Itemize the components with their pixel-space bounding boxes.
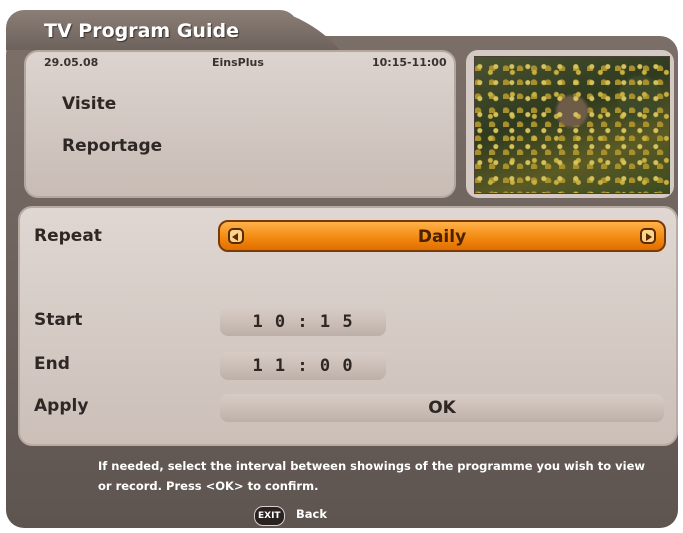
- repeat-label: Repeat: [34, 226, 102, 246]
- repeat-value: Daily: [417, 227, 467, 247]
- program-date: 29.05.08: [44, 56, 99, 69]
- preview-image: [474, 56, 670, 194]
- video-preview: [466, 50, 674, 198]
- arrow-right-icon[interactable]: [640, 228, 656, 244]
- page-title: TV Program Guide: [44, 20, 239, 42]
- ok-button[interactable]: OK: [220, 394, 664, 422]
- program-time: 10:15-11:00: [372, 56, 447, 69]
- program-title: Visite: [62, 94, 117, 114]
- program-channel: EinsPlus: [212, 56, 264, 69]
- end-time-field[interactable]: 1 1 : 0 0: [220, 352, 386, 380]
- back-label: Back: [296, 507, 327, 521]
- program-subtitle: Reportage: [62, 136, 163, 156]
- start-label: Start: [34, 310, 83, 330]
- tv-guide-window: TV Program Guide 29.05.08 EinsPlus 10:15…: [0, 0, 683, 533]
- start-time-field[interactable]: 1 0 : 1 5: [220, 308, 386, 336]
- help-text: If needed, select the interval between s…: [98, 459, 645, 493]
- apply-label: Apply: [34, 396, 89, 416]
- end-label: End: [34, 354, 70, 374]
- exit-key-icon[interactable]: EXIT: [254, 506, 285, 526]
- program-info-box: 29.05.08 EinsPlus 10:15-11:00 Visite Rep…: [24, 50, 456, 198]
- repeat-selector[interactable]: Daily: [218, 220, 666, 252]
